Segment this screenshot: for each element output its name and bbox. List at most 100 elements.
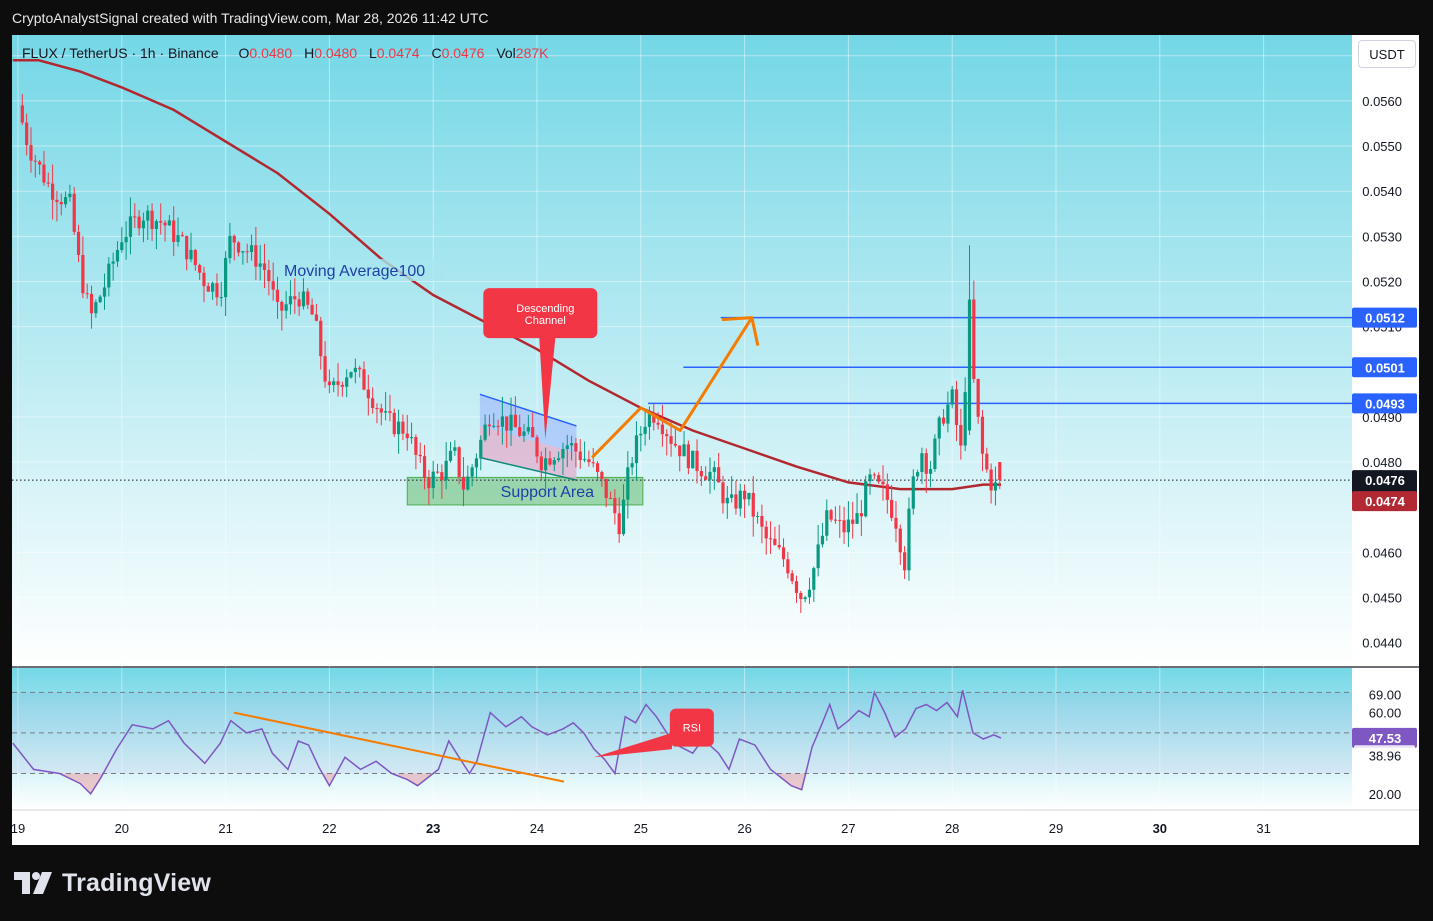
bullish-candle: [907, 497, 911, 581]
candle-body: [496, 425, 500, 427]
candle-body: [704, 476, 708, 480]
candle-body: [678, 445, 682, 457]
candle-body: [288, 296, 293, 305]
candle-body: [55, 199, 59, 203]
candle-body: [539, 456, 543, 471]
candle-body: [206, 286, 210, 292]
candle-body: [262, 263, 267, 271]
candle-body: [457, 447, 461, 477]
candle-body: [604, 478, 608, 499]
candle-body: [444, 460, 448, 481]
candle-body: [829, 510, 833, 520]
candle-body: [972, 299, 976, 380]
time-axis-label: 26: [737, 821, 751, 836]
candle-body: [781, 547, 786, 560]
candle-body: [643, 426, 647, 434]
candle-body: [63, 197, 68, 205]
moving-average-label: Moving Average100: [278, 259, 444, 281]
candle-body: [224, 258, 228, 298]
time-axis-label: 25: [634, 821, 648, 836]
candle-body: [764, 526, 768, 539]
candle-body: [738, 490, 742, 509]
candle-body: [198, 265, 202, 273]
bearish-candle: [72, 187, 76, 236]
candle-body: [215, 283, 219, 298]
candle-body: [176, 235, 180, 242]
candle-body: [686, 444, 690, 469]
candle-body: [258, 263, 262, 267]
candle-body: [911, 476, 915, 509]
candle-body: [916, 472, 920, 477]
currency-button[interactable]: USDT: [1358, 40, 1416, 68]
candle-body: [483, 424, 487, 440]
candle-body: [159, 221, 163, 223]
candle-body: [362, 369, 366, 390]
candle-body: [306, 291, 310, 305]
price-axis-label: 0.0460: [1362, 545, 1402, 560]
candle-body: [388, 411, 392, 413]
candle-body: [72, 193, 76, 232]
candle-body: [405, 433, 409, 439]
candle-body: [401, 421, 405, 434]
chart-svg[interactable]: Support Area Moving Average100 Descendin…: [12, 35, 1419, 845]
candle-body: [855, 513, 859, 524]
candle-body: [219, 297, 223, 299]
candle-body: [587, 459, 591, 463]
time-axis-label: 31: [1256, 821, 1270, 836]
candle-body: [466, 476, 470, 490]
footer-brand[interactable]: TradingView: [14, 866, 211, 900]
rsi-axis-label: 60.00: [1369, 706, 1402, 721]
candle-body: [582, 459, 587, 461]
low-value: 0.0474: [376, 45, 420, 61]
candle-body: [414, 437, 418, 455]
candle-body: [133, 216, 137, 218]
open-value: 0.0480: [249, 45, 293, 61]
price-axis-label: 0.0560: [1362, 94, 1402, 109]
candle-body: [81, 255, 85, 294]
candle-body: [513, 414, 517, 428]
rsi-callout-label: RSI: [683, 723, 701, 735]
symbol-title: FLUX / TetherUS · 1h · Binance: [22, 45, 219, 61]
candle-body: [107, 263, 111, 288]
candle-body: [431, 471, 435, 489]
open-label: O: [238, 45, 250, 61]
candle-body: [76, 231, 81, 256]
candle-body: [877, 475, 881, 482]
candle-body: [189, 249, 193, 260]
candle-body: [111, 261, 115, 264]
price-level-tag-text: 0.0501: [1365, 360, 1405, 375]
candle-body: [851, 519, 855, 524]
bullish-candle: [864, 475, 868, 518]
candle-body: [275, 289, 280, 303]
candle-body: [725, 497, 729, 504]
candle-body: [180, 235, 184, 237]
candle-body: [976, 379, 980, 417]
candle-body: [941, 417, 946, 424]
candle-body: [608, 498, 613, 500]
price-level-tag-text: 0.0512: [1365, 311, 1405, 326]
candle-body: [647, 413, 652, 427]
candle-body: [89, 293, 94, 314]
candle-body: [531, 427, 535, 438]
time-axis-label: 21: [218, 821, 232, 836]
candle-body: [864, 481, 868, 517]
candle-body: [319, 320, 323, 357]
candle-body: [872, 474, 876, 476]
candle-body: [51, 183, 55, 200]
candle-body: [630, 463, 634, 468]
candle-body: [185, 236, 189, 260]
candle-body: [120, 242, 124, 250]
close-label: C: [431, 45, 442, 61]
candle-body: [544, 458, 548, 471]
candle-body: [371, 398, 375, 408]
candle-body: [353, 367, 357, 373]
candle-body: [271, 281, 275, 290]
candle-body: [94, 302, 98, 314]
volume-label: Vol: [496, 45, 516, 61]
candle-body: [293, 296, 297, 300]
candle-body: [193, 249, 197, 266]
candle-body: [747, 492, 751, 500]
chart-panel[interactable]: Support Area Moving Average100 Descendin…: [12, 35, 1419, 845]
price-axis[interactable]: [1352, 35, 1419, 845]
candle-body: [358, 367, 362, 370]
